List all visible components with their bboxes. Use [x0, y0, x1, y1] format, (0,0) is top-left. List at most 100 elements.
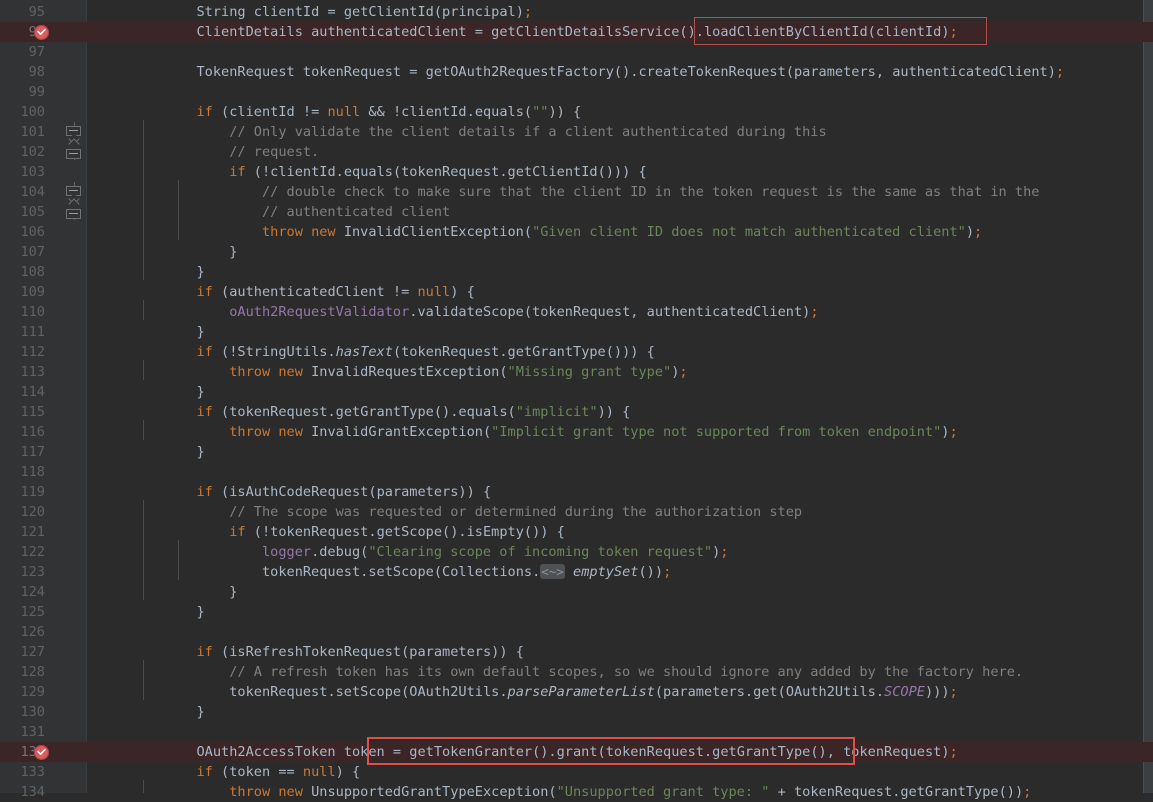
line-number[interactable]: 95 [0, 2, 45, 22]
line-number[interactable]: 123 [0, 562, 45, 582]
code-text[interactable]: } [131, 442, 204, 462]
code-text[interactable]: // Only validate the client details if a… [131, 122, 826, 142]
line-number[interactable]: 127 [0, 642, 45, 662]
code-text[interactable]: logger.debug("Clearing scope of incoming… [131, 542, 729, 562]
code-line[interactable]: 118 [0, 462, 1153, 482]
code-text[interactable]: ClientDetails authenticatedClient = getC… [131, 22, 957, 42]
line-number[interactable]: 104 [0, 182, 45, 202]
line-number[interactable]: 131 [0, 722, 45, 742]
line-number[interactable]: 133 [0, 762, 45, 782]
line-number[interactable]: 107 [0, 242, 45, 262]
code-line[interactable]: 96 ClientDetails authenticatedClient = g… [0, 22, 1153, 42]
code-text[interactable]: // double check to make sure that the cl… [131, 182, 1040, 202]
code-text[interactable]: } [131, 582, 237, 602]
code-line[interactable]: 109 if (authenticatedClient != null) { [0, 282, 1153, 302]
line-number[interactable]: 112 [0, 342, 45, 362]
code-text[interactable]: } [131, 242, 237, 262]
code-text[interactable]: TokenRequest tokenRequest = getOAuth2Req… [131, 62, 1064, 82]
line-number[interactable]: 124 [0, 582, 45, 602]
code-line[interactable]: 98 TokenRequest tokenRequest = getOAuth2… [0, 62, 1153, 82]
line-number[interactable]: 106 [0, 222, 45, 242]
code-line[interactable]: 134 throw new UnsupportedGrantTypeExcept… [0, 782, 1153, 802]
line-number[interactable]: 121 [0, 522, 45, 542]
code-line[interactable]: 107 } [0, 242, 1153, 262]
code-line[interactable]: 133 if (token == null) { [0, 762, 1153, 782]
line-number[interactable]: 97 [0, 42, 45, 62]
code-text[interactable]: if (tokenRequest.getGrantType().equals("… [131, 402, 630, 422]
code-line[interactable]: 132 OAuth2AccessToken token = getTokenGr… [0, 742, 1153, 762]
code-line[interactable]: 119 if (isAuthCodeRequest(parameters)) { [0, 482, 1153, 502]
code-line[interactable]: 131 [0, 722, 1153, 742]
code-line[interactable]: 130 } [0, 702, 1153, 722]
line-number[interactable]: 129 [0, 682, 45, 702]
line-number[interactable]: 105 [0, 202, 45, 222]
line-number[interactable]: 100 [0, 102, 45, 122]
line-number[interactable]: 103 [0, 162, 45, 182]
code-lines[interactable]: 95 String clientId = getClientId(princip… [0, 0, 1153, 800]
code-line[interactable]: 103 if (!clientId.equals(tokenRequest.ge… [0, 162, 1153, 182]
line-number[interactable]: 116 [0, 422, 45, 442]
code-line[interactable]: 101 // Only validate the client details … [0, 122, 1153, 142]
code-text[interactable]: String clientId = getClientId(principal)… [131, 2, 532, 22]
line-number[interactable]: 119 [0, 482, 45, 502]
code-line[interactable]: 114 } [0, 382, 1153, 402]
code-line[interactable]: 112 if (!StringUtils.hasText(tokenReques… [0, 342, 1153, 362]
code-text[interactable]: if (isAuthCodeRequest(parameters)) { [131, 482, 491, 502]
code-text[interactable]: oAuth2RequestValidator.validateScope(tok… [131, 302, 818, 322]
code-line[interactable]: 105 // authenticated client [0, 202, 1153, 222]
line-number[interactable]: 102 [0, 142, 45, 162]
code-text[interactable]: if (isRefreshTokenRequest(parameters)) { [131, 642, 523, 662]
code-line[interactable]: 100 if (clientId != null && !clientId.eq… [0, 102, 1153, 122]
code-line[interactable]: 99 [0, 82, 1153, 102]
line-number[interactable]: 120 [0, 502, 45, 522]
code-line[interactable]: 106 throw new InvalidClientException("Gi… [0, 222, 1153, 242]
code-line[interactable]: 124 } [0, 582, 1153, 602]
line-number[interactable]: 128 [0, 662, 45, 682]
breakpoint-checkmark-icon[interactable] [34, 25, 49, 40]
line-number[interactable]: 113 [0, 362, 45, 382]
code-text[interactable]: } [131, 602, 204, 622]
code-line[interactable]: 116 throw new InvalidGrantException("Imp… [0, 422, 1153, 442]
code-line[interactable]: 129 tokenRequest.setScope(OAuth2Utils.pa… [0, 682, 1153, 702]
code-text[interactable]: } [131, 382, 204, 402]
code-text[interactable]: if (token == null) { [131, 762, 360, 782]
code-line[interactable]: 104 // double check to make sure that th… [0, 182, 1153, 202]
line-number[interactable]: 99 [0, 82, 45, 102]
code-text[interactable]: // The scope was requested or determined… [131, 502, 802, 522]
code-line[interactable]: 121 if (!tokenRequest.getScope().isEmpty… [0, 522, 1153, 542]
code-line[interactable]: 102 // request. [0, 142, 1153, 162]
code-line[interactable]: 117 } [0, 442, 1153, 462]
line-number[interactable]: 114 [0, 382, 45, 402]
code-line[interactable]: 111 } [0, 322, 1153, 342]
code-text[interactable]: // authenticated client [131, 202, 450, 222]
line-number[interactable]: 118 [0, 462, 45, 482]
code-line[interactable]: 120 // The scope was requested or determ… [0, 502, 1153, 522]
code-text[interactable]: throw new InvalidClientException("Given … [131, 222, 982, 242]
code-line[interactable]: 108 } [0, 262, 1153, 282]
line-number[interactable]: 126 [0, 622, 45, 642]
code-text[interactable]: } [131, 322, 204, 342]
code-text[interactable]: throw new InvalidGrantException("Implici… [131, 422, 957, 442]
code-line[interactable]: 113 throw new InvalidRequestException("M… [0, 362, 1153, 382]
line-number[interactable]: 110 [0, 302, 45, 322]
code-text[interactable]: tokenRequest.setScope(OAuth2Utils.parseP… [131, 682, 957, 702]
line-number[interactable]: 115 [0, 402, 45, 422]
line-number[interactable]: 101 [0, 122, 45, 142]
code-text[interactable]: if (authenticatedClient != null) { [131, 282, 474, 302]
code-line[interactable]: 126 [0, 622, 1153, 642]
code-line[interactable]: 110 oAuth2RequestValidator.validateScope… [0, 302, 1153, 322]
code-text[interactable]: OAuth2AccessToken token = getTokenGrante… [131, 742, 957, 762]
code-line[interactable]: 95 String clientId = getClientId(princip… [0, 2, 1153, 22]
line-number[interactable]: 130 [0, 702, 45, 722]
line-number[interactable]: 109 [0, 282, 45, 302]
code-text[interactable]: if (!clientId.equals(tokenRequest.getCli… [131, 162, 646, 182]
code-line[interactable]: 125 } [0, 602, 1153, 622]
line-number[interactable]: 134 [0, 782, 45, 802]
code-text[interactable]: if (!StringUtils.hasText(tokenRequest.ge… [131, 342, 654, 362]
code-text[interactable]: throw new UnsupportedGrantTypeException(… [131, 782, 1031, 802]
code-line[interactable]: 123 tokenRequest.setScope(Collections.<~… [0, 562, 1153, 582]
code-text[interactable]: tokenRequest.setScope(Collections.<~> em… [131, 562, 671, 582]
code-text[interactable]: // A refresh token has its own default s… [131, 662, 1023, 682]
code-line[interactable]: 122 logger.debug("Clearing scope of inco… [0, 542, 1153, 562]
code-text[interactable]: // request. [131, 142, 319, 162]
